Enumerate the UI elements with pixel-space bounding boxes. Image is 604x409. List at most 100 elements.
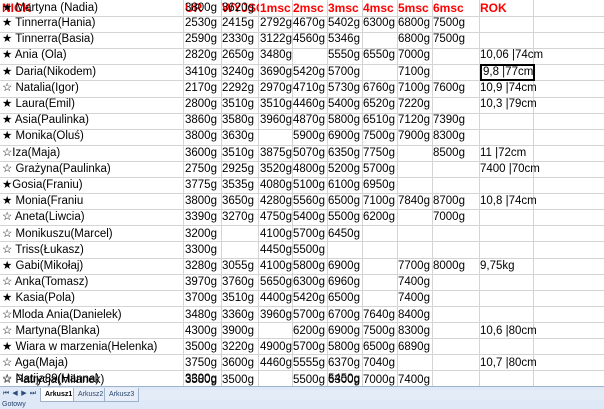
value-cell-m6[interactable]: 8500g bbox=[433, 145, 479, 162]
value-cell-m1[interactable]: 4450g bbox=[260, 242, 293, 259]
value-cell-m6[interactable]: 8000g bbox=[433, 258, 479, 275]
value-cell-m1[interactable]: 4280g bbox=[260, 193, 293, 210]
nick-cell[interactable]: ☆ Aga(Maja) bbox=[2, 355, 180, 372]
value-cell-rok[interactable] bbox=[480, 274, 600, 291]
value-cell-m6[interactable] bbox=[433, 96, 479, 113]
value-cell-m4[interactable] bbox=[363, 258, 398, 275]
value-cell-rok[interactable]: 7400 |70cm bbox=[480, 161, 600, 178]
value-cell-m5[interactable] bbox=[398, 161, 433, 178]
value-cell-m5[interactable] bbox=[398, 209, 433, 226]
value-cell-m3[interactable]: 5400g bbox=[328, 96, 363, 113]
value-cell-m5[interactable] bbox=[398, 355, 433, 372]
value-cell-wyj[interactable]: 3240g bbox=[222, 64, 259, 81]
value-cell-m6[interactable]: 7390g bbox=[433, 112, 479, 129]
value-cell-wyj[interactable]: 3055g bbox=[222, 258, 259, 275]
nick-cell[interactable]: ☆ Grażyna(Paulinka) bbox=[2, 161, 180, 178]
value-cell-m4[interactable]: 7040g bbox=[363, 355, 398, 372]
value-cell-m2[interactable]: 6300g bbox=[293, 274, 328, 291]
value-cell-m4[interactable]: 6950g bbox=[363, 177, 398, 194]
value-cell-rok[interactable] bbox=[480, 177, 600, 194]
value-cell-m4[interactable]: 6760g bbox=[363, 80, 398, 97]
value-cell-m6[interactable] bbox=[433, 161, 479, 178]
value-cell-m2[interactable]: 5555g bbox=[293, 355, 328, 372]
value-cell-m3[interactable]: 6100g bbox=[328, 177, 363, 194]
nick-cell[interactable]: ☆Mloda Ania(Danielek) bbox=[2, 307, 180, 324]
nick-cell[interactable]: ☆Iza(Maja) bbox=[2, 145, 180, 162]
value-cell-m3[interactable] bbox=[328, 0, 363, 17]
value-cell-m4[interactable]: 6510g bbox=[363, 112, 398, 129]
value-cell-m1[interactable]: 4400g bbox=[260, 290, 293, 307]
value-cell-ur[interactable]: 3800g bbox=[185, 193, 223, 210]
value-cell-wyj[interactable]: 3510g bbox=[222, 96, 259, 113]
value-cell-rok[interactable] bbox=[480, 307, 600, 324]
value-cell-rok[interactable]: 10,3 |79cm bbox=[480, 96, 600, 113]
value-cell-ur[interactable]: 2590g bbox=[185, 31, 223, 48]
value-cell-m5[interactable]: 7400g bbox=[398, 274, 433, 291]
value-cell-wyj[interactable]: 3580g bbox=[222, 112, 259, 129]
value-cell-m1[interactable]: 4100g bbox=[260, 226, 293, 243]
value-cell-m2[interactable]: 5700g bbox=[293, 226, 328, 243]
value-cell-rok[interactable] bbox=[480, 290, 600, 307]
value-cell-rok[interactable]: 10,6 |80cm bbox=[480, 323, 600, 340]
nick-cell[interactable]: ★Gosia(Franiu) bbox=[2, 177, 180, 194]
value-cell-ur[interactable]: 3700g bbox=[185, 290, 223, 307]
value-cell-ur[interactable]: 3860g bbox=[185, 112, 223, 129]
nick-cell[interactable]: ★ Laura(Emil) bbox=[2, 96, 180, 113]
value-cell-m3[interactable]: 6500g bbox=[328, 193, 363, 210]
value-cell-m3[interactable]: 6700g bbox=[328, 307, 363, 324]
value-cell-wyj[interactable]: 3760g bbox=[222, 274, 259, 291]
value-cell-m3[interactable]: 5200g bbox=[328, 161, 363, 178]
value-cell-m1[interactable]: 2792g bbox=[260, 15, 293, 32]
value-cell-m1[interactable] bbox=[260, 128, 293, 145]
value-cell-rok[interactable]: 10,7 |80cm bbox=[480, 355, 600, 372]
value-cell-m3[interactable]: 5800g bbox=[328, 339, 363, 356]
value-cell-m1[interactable]: 3960g bbox=[260, 112, 293, 129]
nick-cell[interactable]: ★ Monika(Oluś) bbox=[2, 128, 180, 145]
value-cell-m3[interactable]: 6450g bbox=[328, 226, 363, 243]
value-cell-ur[interactable]: 3390g bbox=[185, 209, 223, 226]
value-cell-m3[interactable]: 6350g bbox=[328, 145, 363, 162]
value-cell-m5[interactable]: 8400g bbox=[398, 307, 433, 324]
spreadsheet-grid[interactable]: NICKURWYJSC1msc2msc3msc4msc5msc6mscROK★ … bbox=[0, 0, 604, 387]
value-cell-ur[interactable]: 2750g bbox=[185, 161, 223, 178]
value-cell-m4[interactable] bbox=[363, 0, 398, 17]
value-cell-m2[interactable]: 5700g bbox=[293, 339, 328, 356]
value-cell-m4[interactable] bbox=[363, 290, 398, 307]
value-cell-m5[interactable] bbox=[398, 242, 433, 259]
value-cell-wyj[interactable]: 2292g bbox=[222, 80, 259, 97]
nick-cell[interactable]: ★ Monia(Franiu bbox=[2, 193, 180, 210]
value-cell-m4[interactable] bbox=[363, 31, 398, 48]
value-cell-rok[interactable] bbox=[480, 226, 600, 243]
value-cell-m6[interactable]: 7500g bbox=[433, 15, 479, 32]
value-cell-rok[interactable] bbox=[480, 128, 600, 145]
value-cell-m1[interactable]: 3690g bbox=[260, 64, 293, 81]
value-cell-m1[interactable]: 3960g bbox=[260, 307, 293, 324]
value-cell-wyj[interactable]: 3600g bbox=[222, 355, 259, 372]
value-cell-m5[interactable]: 7700g bbox=[398, 258, 433, 275]
value-cell-ur[interactable]: 3200g bbox=[185, 226, 223, 243]
value-cell-m3[interactable]: 5550g bbox=[328, 47, 363, 64]
sheet-tab-arkusz1[interactable]: Arkusz1 bbox=[40, 388, 78, 402]
value-cell-ur[interactable]: 4300g bbox=[185, 323, 223, 340]
value-cell-m5[interactable]: 8300g bbox=[398, 323, 433, 340]
value-cell-ur[interactable]: 3500g bbox=[185, 339, 223, 356]
nick-cell[interactable]: ☆ Triss(Łukasz) bbox=[2, 242, 180, 259]
value-cell-m6[interactable]: 7000g bbox=[433, 209, 479, 226]
value-cell-m4[interactable] bbox=[363, 274, 398, 291]
nick-cell[interactable]: ★ Tinnerra(Hania) bbox=[2, 15, 180, 32]
value-cell-rok[interactable] bbox=[480, 242, 600, 259]
value-cell-m6[interactable] bbox=[433, 339, 479, 356]
selected-cell[interactable]: 9,8 |77cm bbox=[480, 64, 535, 81]
value-cell-m4[interactable]: 6300g bbox=[363, 15, 398, 32]
value-cell-m1[interactable]: 4460g bbox=[260, 355, 293, 372]
value-cell-m4[interactable] bbox=[363, 64, 398, 81]
value-cell-wyj[interactable]: 2650g bbox=[222, 47, 259, 64]
value-cell-m3[interactable]: 6960g bbox=[328, 274, 363, 291]
value-cell-m1[interactable]: 5650g bbox=[260, 274, 293, 291]
value-cell-rok[interactable] bbox=[480, 31, 600, 48]
value-cell-m5[interactable]: 6890g bbox=[398, 339, 433, 356]
value-cell-m2[interactable] bbox=[293, 47, 328, 64]
value-cell-wyj[interactable]: 2925g bbox=[222, 161, 259, 178]
value-cell-m2[interactable]: 4710g bbox=[293, 80, 328, 97]
value-cell-m4[interactable] bbox=[363, 242, 398, 259]
